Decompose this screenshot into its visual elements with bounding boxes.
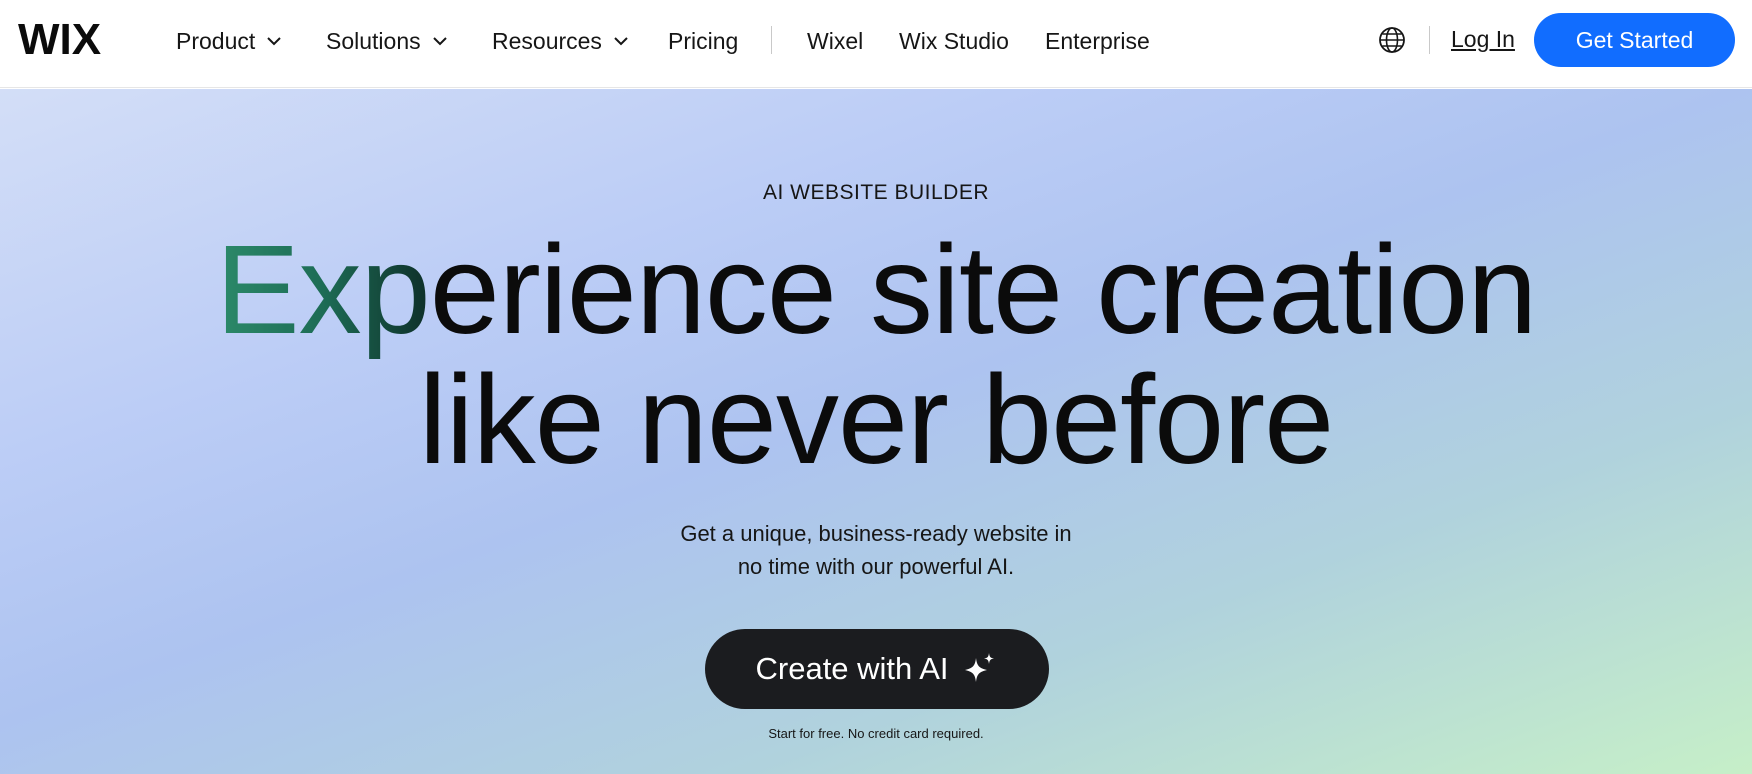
subtext-line2: no time with our powerful AI. [737,554,1015,579]
sparkle-icon [965,653,995,682]
nav-wixel-label: Wixel [807,27,864,54]
chevron-down-icon [267,37,281,46]
nav-product-label: Product [176,27,256,54]
login-link[interactable]: Log In [1451,26,1515,53]
hero-subtext: Get a unique, business-ready website in … [0,517,1752,583]
nav-enterprise[interactable]: Enterprise [1045,26,1150,56]
chevron-down-icon [614,37,628,46]
nav-enterprise-label: Enterprise [1045,27,1150,54]
nav-wixel[interactable]: Wixel [807,26,863,56]
nav-divider-right [1429,26,1430,54]
chevron-down-icon [432,37,447,46]
headline-line1-rest: erience site creation [429,219,1538,360]
hero-note: Start for free. No credit card required. [768,726,984,741]
hero-section: AI WEBSITE BUILDER Experience site creat… [0,89,1752,774]
nav-resources[interactable]: Resources [492,26,630,56]
nav-pricing-label: Pricing [668,27,739,54]
svg-text:WIX: WIX [18,18,101,60]
hero-headline: Experience site creation like never befo… [0,225,1752,485]
nav-wix-studio-label: Wix Studio [899,27,1009,54]
top-navigation-bar: WIX Product Solutions Resources Pricing … [0,0,1752,88]
subtext-line1: Get a unique, business-ready website in [680,521,1072,546]
hero-eyebrow: AI WEBSITE BUILDER [762,181,990,204]
nav-wix-studio[interactable]: Wix Studio [899,26,1009,56]
headline-accent: Exp [215,219,431,360]
create-with-ai-button[interactable]: Create with AI [705,629,1049,709]
get-started-button[interactable]: Get Started [1534,13,1735,67]
nav-pricing[interactable]: Pricing [668,26,738,56]
nav-solutions-label: Solutions [326,27,421,54]
nav-divider [771,26,772,54]
cta-label: Create with AI [755,651,949,686]
globe-icon[interactable] [1378,26,1406,54]
headline-line2: like never before [418,349,1335,490]
nav-product[interactable]: Product [176,26,283,56]
wix-logo[interactable]: WIX [18,18,122,60]
nav-resources-label: Resources [492,27,602,54]
nav-solutions[interactable]: Solutions [326,26,449,56]
